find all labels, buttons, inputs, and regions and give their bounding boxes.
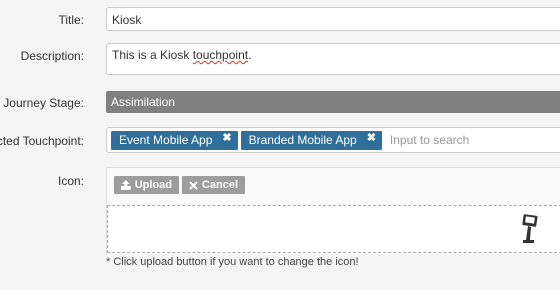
icon-upload-panel: Upload Cancel	[106, 167, 560, 255]
touchpoint-search-input[interactable]: Input to search	[390, 133, 469, 147]
description-text-end: .	[248, 48, 252, 62]
tag-label: Event Mobile App	[119, 133, 213, 147]
description-label: Description:	[20, 49, 84, 63]
upload-icon	[121, 180, 131, 190]
title-input[interactable]: Kiosk	[106, 7, 560, 31]
touchpoint-tag: Event Mobile App ✖	[111, 130, 238, 150]
title-label: Title:	[58, 13, 84, 27]
description-textarea[interactable]: This is a Kiosk touchpoint.	[106, 43, 560, 75]
touchpoint-tag: Branded Mobile App ✖	[240, 130, 382, 150]
description-misspelled-word: touchpoint	[192, 48, 249, 62]
kiosk-icon	[522, 214, 538, 243]
close-icon	[189, 180, 198, 190]
upload-button-label: Upload	[134, 179, 172, 191]
connected-touchpoint-label: nected Touchpoint:	[0, 134, 84, 148]
cancel-button[interactable]: Cancel	[182, 176, 245, 194]
icon-label: Icon:	[57, 174, 84, 188]
remove-tag-icon[interactable]: ✖	[367, 131, 376, 144]
icon-drop-zone[interactable]	[107, 205, 560, 253]
journey-stage-select[interactable]: Assimilation	[106, 91, 560, 113]
description-text: This is a Kiosk	[112, 48, 193, 62]
cancel-button-label: Cancel	[201, 179, 238, 191]
upload-button[interactable]: Upload	[114, 176, 179, 194]
journey-stage-label: ner Journey Stage:	[0, 96, 84, 110]
icon-upload-hint: * Click upload button if you want to cha…	[106, 256, 359, 268]
tag-label: Branded Mobile App	[248, 133, 357, 147]
remove-tag-icon[interactable]: ✖	[222, 131, 231, 144]
touchpoint-tag-input[interactable]: Event Mobile App ✖ Branded Mobile App ✖ …	[106, 127, 560, 153]
